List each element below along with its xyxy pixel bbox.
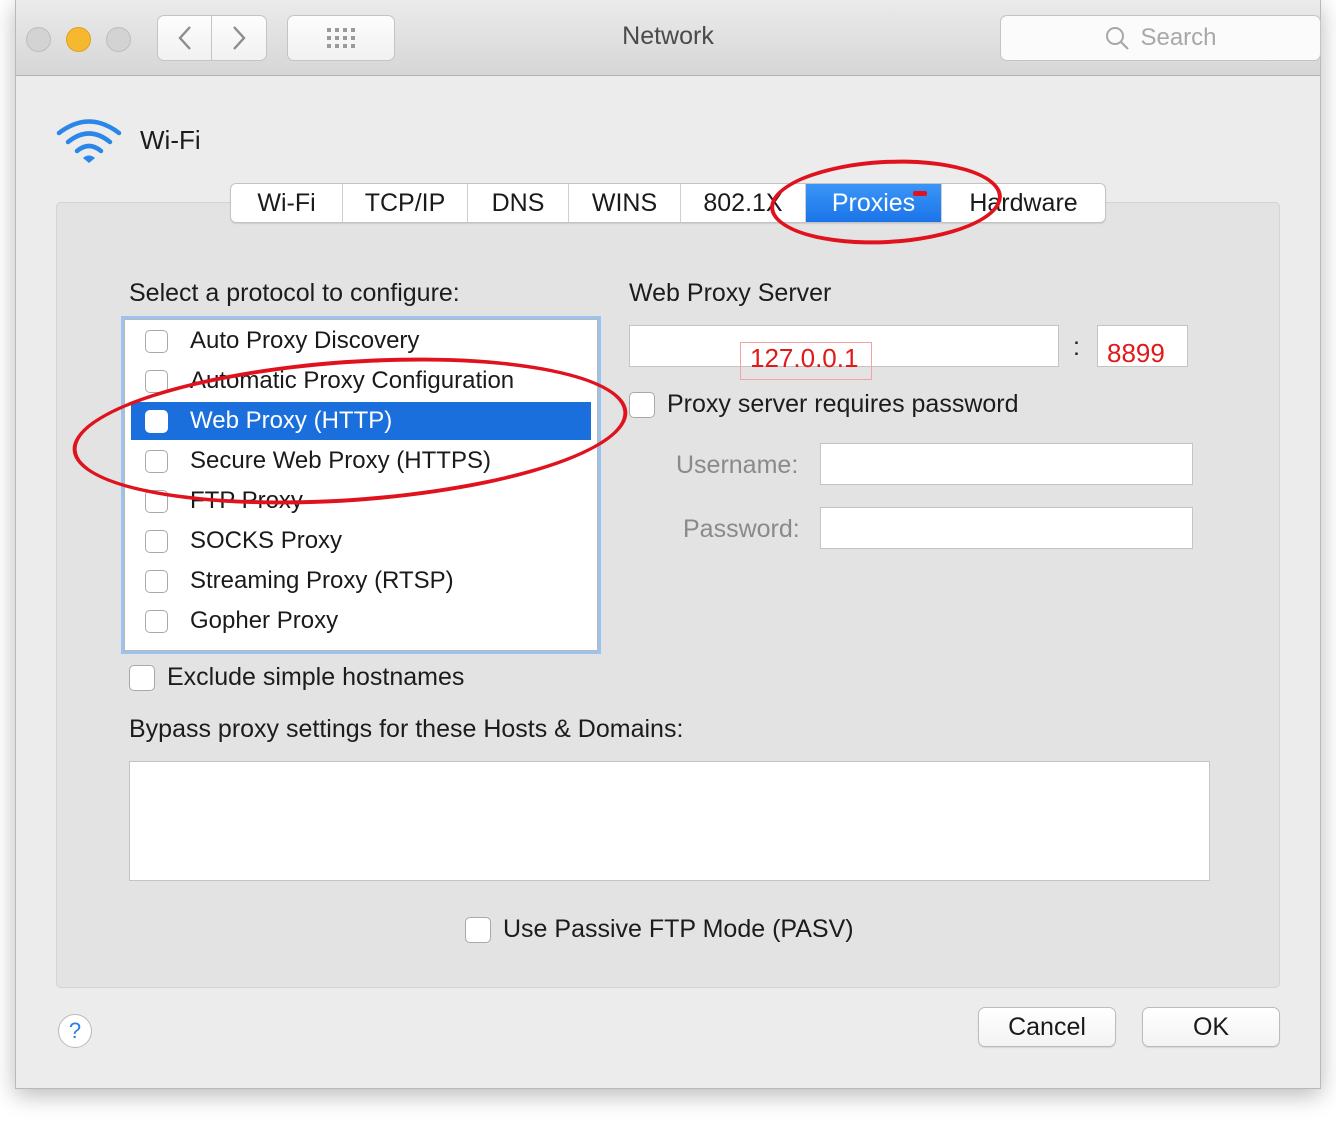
tab-wifi[interactable]: Wi-Fi <box>231 184 343 222</box>
protocol-label: Web Proxy (HTTP) <box>190 407 393 434</box>
web-proxy-server-heading: Web Proxy Server <box>629 279 832 307</box>
ok-button[interactable]: OK <box>1142 1007 1280 1047</box>
protocol-checkbox[interactable] <box>145 409 168 433</box>
search-placeholder: Search <box>1140 24 1217 51</box>
window-content: Wi-Fi Wi-Fi TCP/IP DNS WINS 802.1X Proxi… <box>16 76 1320 1089</box>
tab-wins[interactable]: WINS <box>569 184 681 222</box>
protocol-label: Auto Proxy Discovery <box>190 327 420 354</box>
protocol-item-streaming-proxy-rtsp[interactable]: Streaming Proxy (RTSP) <box>131 562 591 600</box>
protocol-item-ftp-proxy[interactable]: FTP Proxy <box>131 482 591 520</box>
protocol-checkbox[interactable] <box>145 569 168 593</box>
tab-proxies[interactable]: Proxies <box>806 184 942 222</box>
protocol-item-gopher-proxy[interactable]: Gopher Proxy <box>131 602 591 640</box>
cancel-button[interactable]: Cancel <box>978 1007 1116 1047</box>
exclude-simple-hostnames-label: Exclude simple hostnames <box>167 663 465 691</box>
search-icon <box>1106 27 1130 50</box>
protocol-item-auto-proxy-discovery[interactable]: Auto Proxy Discovery <box>131 322 591 360</box>
username-label: Username: <box>676 451 799 479</box>
protocol-checkbox[interactable] <box>145 329 168 353</box>
password-label: Password: <box>683 515 800 543</box>
annotation-mark <box>913 191 927 196</box>
title-bar: Network Search <box>16 0 1321 76</box>
search-field[interactable]: Search <box>1000 15 1321 61</box>
tab-dns[interactable]: DNS <box>468 184 569 222</box>
host-port-separator: : <box>1073 333 1080 361</box>
protocol-label: FTP Proxy <box>190 487 303 514</box>
protocol-checkbox[interactable] <box>145 529 168 553</box>
exclude-simple-hostnames-row[interactable]: Exclude simple hostnames <box>129 663 464 692</box>
tab-tcpip[interactable]: TCP/IP <box>343 184 468 222</box>
tab-bar: Wi-Fi TCP/IP DNS WINS 802.1X Proxies Har… <box>230 183 1106 223</box>
interface-header: Wi-Fi <box>56 116 201 164</box>
protocol-checkbox[interactable] <box>145 449 168 473</box>
requires-password-label: Proxy server requires password <box>667 390 1019 418</box>
password-field[interactable] <box>820 507 1193 549</box>
bypass-label: Bypass proxy settings for these Hosts & … <box>129 715 684 743</box>
bypass-hosts-textarea[interactable] <box>129 761 1210 881</box>
proxy-port-value: 8899 <box>1107 338 1165 368</box>
protocol-list[interactable]: Auto Proxy Discovery Automatic Proxy Con… <box>121 316 601 654</box>
protocol-item-socks-proxy[interactable]: SOCKS Proxy <box>131 522 591 560</box>
protocol-item-automatic-proxy-configuration[interactable]: Automatic Proxy Configuration <box>131 362 591 400</box>
username-field[interactable] <box>820 443 1193 485</box>
protocol-checkbox[interactable] <box>145 609 168 633</box>
protocol-label: Automatic Proxy Configuration <box>190 367 515 394</box>
help-button[interactable]: ? <box>58 1014 92 1048</box>
network-preferences-window: Network Search Wi-Fi Wi-Fi TCP/IP DNS WI… <box>15 0 1321 1089</box>
passive-ftp-label: Use Passive FTP Mode (PASV) <box>503 915 854 943</box>
protocol-list-heading: Select a protocol to configure: <box>129 279 460 307</box>
requires-password-checkbox[interactable] <box>629 391 655 418</box>
tab-8021x[interactable]: 802.1X <box>681 184 806 222</box>
tab-hardware[interactable]: Hardware <box>942 184 1105 222</box>
passive-ftp-checkbox[interactable] <box>465 916 491 943</box>
protocol-item-web-proxy-http[interactable]: Web Proxy (HTTP) <box>131 402 591 440</box>
protocol-checkbox[interactable] <box>145 369 168 393</box>
protocol-label: SOCKS Proxy <box>190 527 343 554</box>
protocol-label: Secure Web Proxy (HTTPS) <box>190 447 491 474</box>
proxy-host-value: 127.0.0.1 <box>750 343 859 373</box>
interface-name: Wi-Fi <box>140 124 201 155</box>
passive-ftp-row[interactable]: Use Passive FTP Mode (PASV) <box>465 915 854 944</box>
requires-password-row[interactable]: Proxy server requires password <box>629 390 1019 419</box>
protocol-item-secure-web-proxy-https[interactable]: Secure Web Proxy (HTTPS) <box>131 442 591 480</box>
wifi-icon <box>56 119 122 163</box>
exclude-simple-hostnames-checkbox[interactable] <box>129 664 155 691</box>
protocol-label: Streaming Proxy (RTSP) <box>190 567 454 594</box>
protocol-label: Gopher Proxy <box>190 607 339 634</box>
protocol-checkbox[interactable] <box>145 489 168 513</box>
